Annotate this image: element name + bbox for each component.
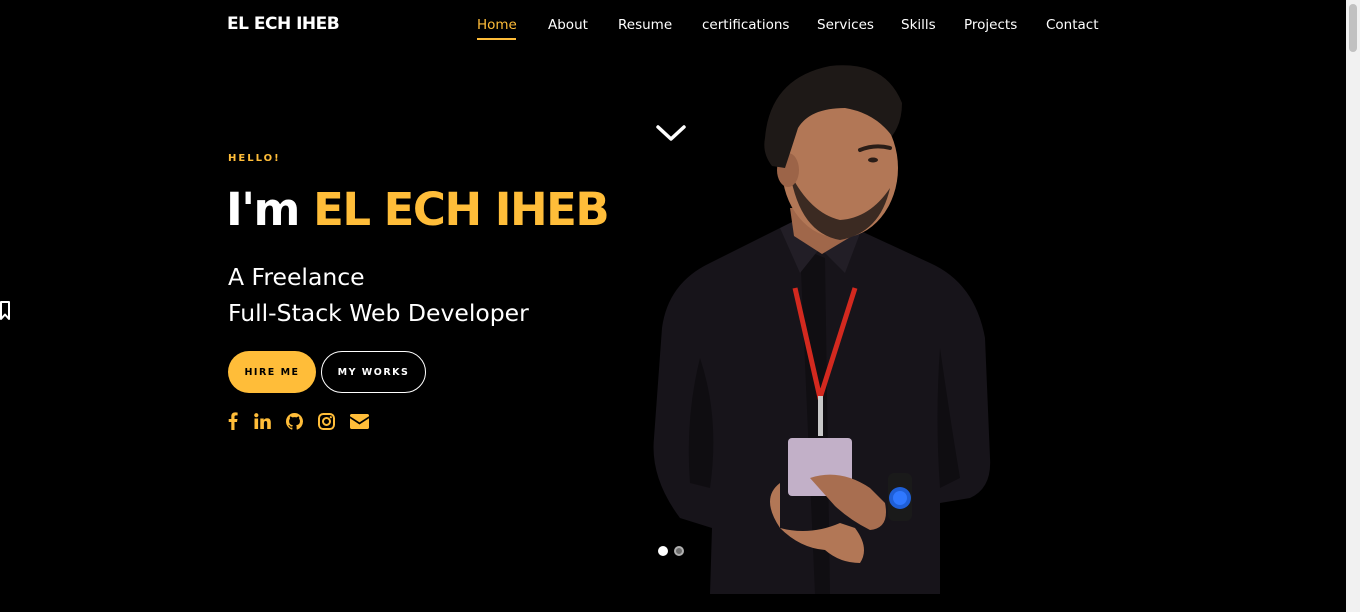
nav-home[interactable]: Home — [477, 17, 517, 33]
nav-contact[interactable]: Contact — [1046, 17, 1099, 33]
hero-subtitle-line1: A Freelance — [228, 263, 365, 291]
nav-projects[interactable]: Projects — [964, 17, 1017, 33]
page: EL ECH IHEB Home About Resume certificat… — [0, 0, 1360, 612]
hire-me-button[interactable]: HIRE ME — [228, 351, 316, 393]
scrollbar-thumb[interactable] — [1349, 4, 1357, 52]
linkedin-icon[interactable] — [253, 411, 271, 431]
carousel-dot-1[interactable] — [658, 546, 668, 556]
nav-services[interactable]: Services — [817, 17, 874, 33]
page-scrollbar[interactable] — [1346, 0, 1360, 612]
bookmark-icon[interactable] — [0, 301, 10, 321]
nav-active-underline — [477, 38, 516, 40]
hero-headline-name: EL ECH IHEB — [313, 183, 610, 236]
nav-resume[interactable]: Resume — [618, 17, 672, 33]
hero-subtitle-line2: Full-Stack Web Developer — [228, 299, 529, 327]
my-works-button[interactable]: MY WORKS — [321, 351, 426, 393]
nav-certifications[interactable]: certifications — [702, 17, 789, 33]
hero-headline-prefix: I'm — [226, 183, 300, 236]
nav-about[interactable]: About — [548, 17, 588, 33]
facebook-icon[interactable] — [226, 411, 240, 431]
hero-headline: I'm EL ECH IHEB — [226, 183, 610, 236]
envelope-icon[interactable] — [349, 411, 369, 431]
hero-portrait — [653, 65, 991, 594]
nav-skills[interactable]: Skills — [901, 17, 936, 33]
hero-greeting: HELLO! — [228, 153, 281, 164]
github-icon[interactable] — [285, 411, 303, 431]
instagram-icon[interactable] — [317, 411, 335, 431]
carousel-dot-2[interactable] — [674, 546, 684, 556]
site-logo[interactable]: EL ECH IHEB — [227, 14, 340, 34]
